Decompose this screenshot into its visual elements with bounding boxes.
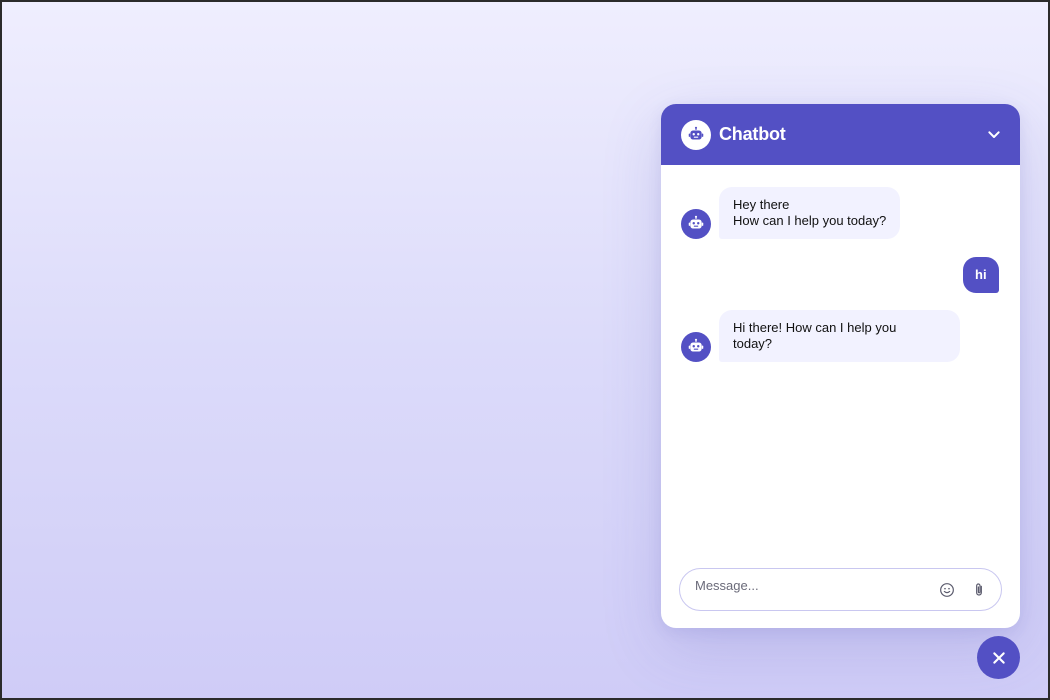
chatbot-popup: Chatbot Hey there How can I help you tod…: [661, 104, 1020, 628]
robot-icon: [681, 119, 711, 150]
message-input[interactable]: [680, 569, 939, 610]
chat-footer: [679, 568, 1002, 611]
close-icon: [992, 651, 1005, 664]
footer-controls: [939, 582, 1001, 598]
message-line: Hi there! How can I help you: [733, 320, 897, 335]
chat-header: Chatbot: [661, 104, 1020, 165]
bot-message-text: Hi there! How can I help you today?: [719, 310, 960, 362]
chat-title: Chatbot: [719, 124, 786, 144]
page-background: Chatbot Hey there How can I help you tod…: [0, 0, 1050, 700]
message-line: Hey there: [733, 197, 790, 212]
bot-message-text: Hey there How can I help you today?: [719, 187, 901, 239]
paperclip-icon[interactable]: [971, 582, 987, 598]
message-line: How can I help you today?: [733, 213, 887, 228]
bot-message: Hi there! How can I help you today?: [681, 310, 960, 362]
header-info: Chatbot: [681, 119, 786, 150]
robot-icon: [681, 332, 711, 362]
chevron-down-icon[interactable]: [982, 123, 1006, 147]
bot-message: Hey there How can I help you today?: [681, 187, 901, 239]
robot-icon: [681, 209, 711, 239]
user-message-text: hi: [963, 257, 999, 293]
smiley-icon[interactable]: [939, 582, 955, 598]
chat-body: Hey there How can I help you today? hi H…: [661, 165, 1020, 565]
chatbot-toggler-button[interactable]: [977, 636, 1020, 679]
message-line: today?: [733, 336, 773, 351]
